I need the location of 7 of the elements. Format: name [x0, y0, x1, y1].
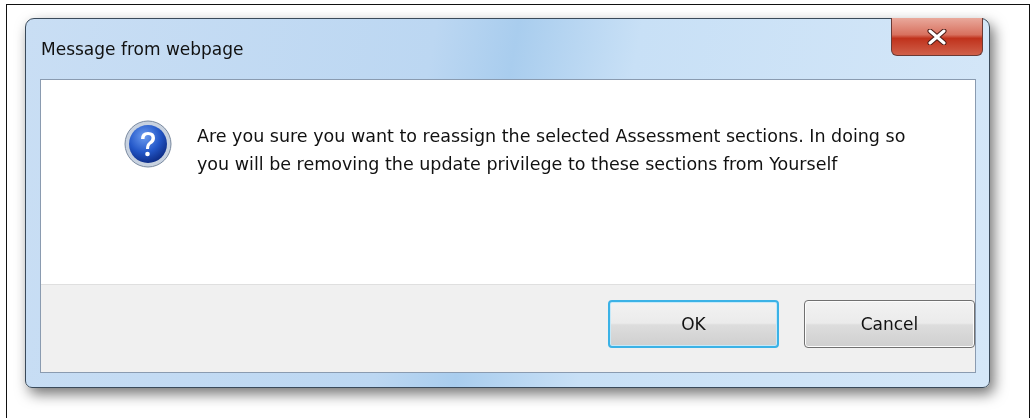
window-title: Message from webpage — [41, 39, 244, 59]
cancel-button[interactable]: Cancel — [804, 300, 975, 348]
question-icon — [124, 120, 172, 168]
close-icon — [927, 28, 947, 45]
ok-button[interactable]: OK — [608, 300, 779, 348]
message-text: Are you sure you want to reassign the selected Assessment sections. In doing so you will be removing the update privilege to these sections from Yourself — [197, 125, 907, 176]
close-button[interactable] — [891, 18, 983, 56]
